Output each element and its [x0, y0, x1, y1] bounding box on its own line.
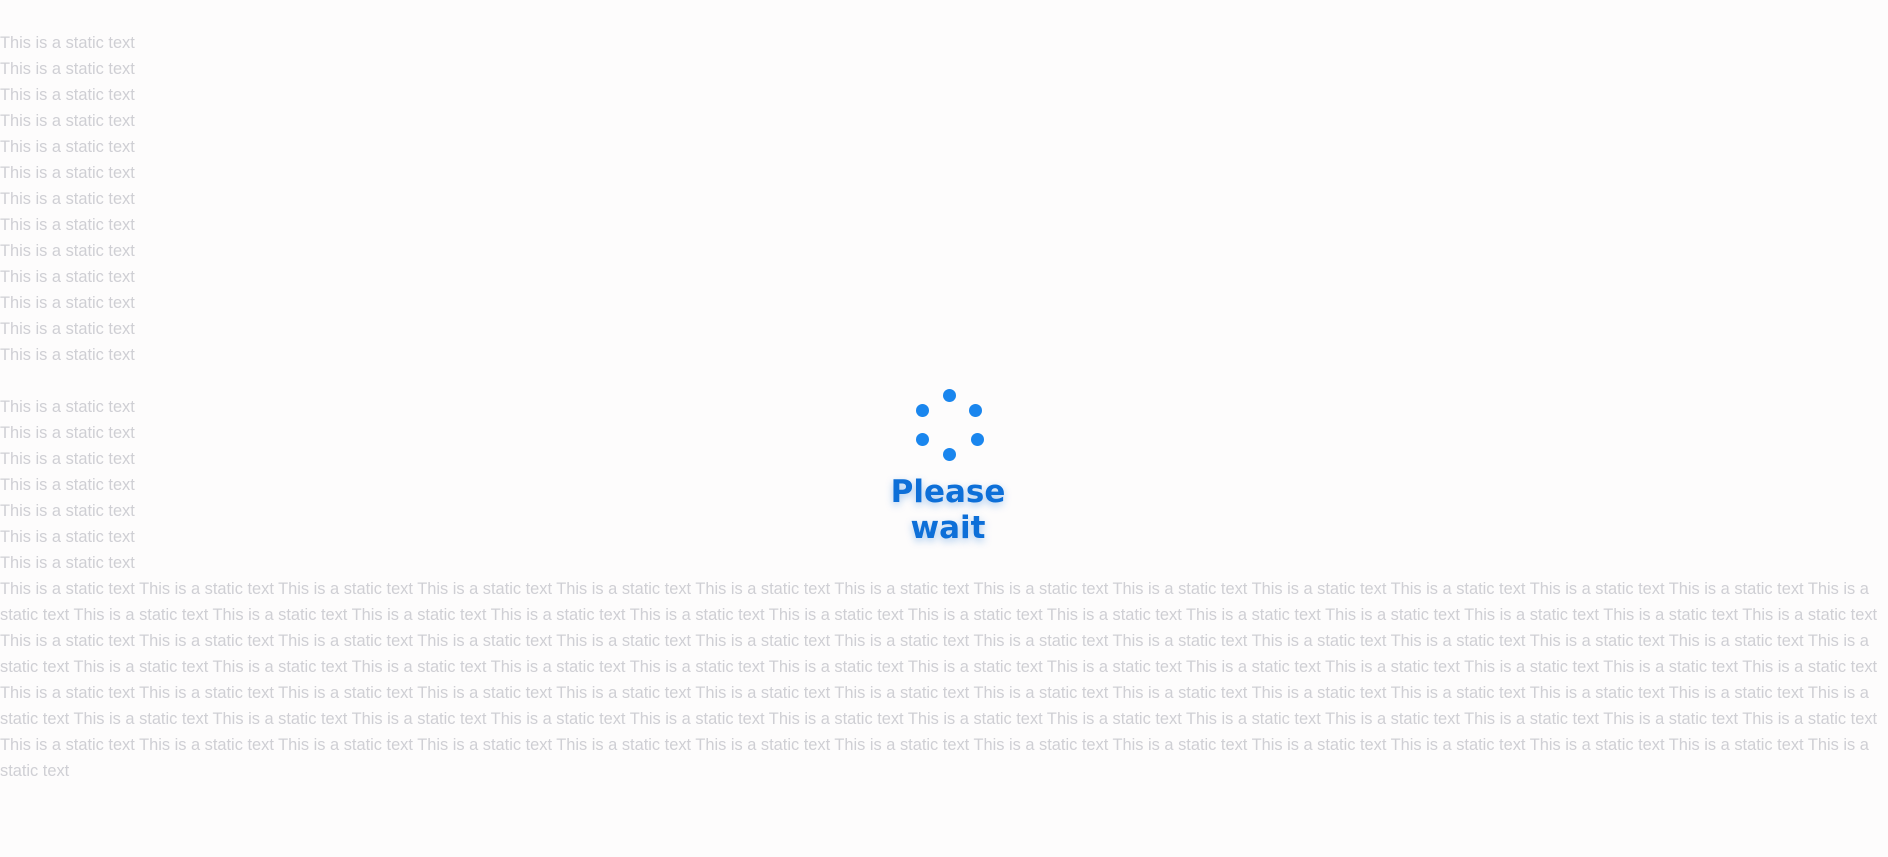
spinner-dot [971, 433, 984, 446]
spinner-dot [943, 448, 956, 461]
spinner-dot [969, 404, 982, 417]
loading-dots-icon [915, 389, 985, 461]
page: This is a static text This is a static te… [0, 0, 1888, 857]
spinner-dot [916, 433, 929, 446]
spinner-dot [916, 404, 929, 417]
spinner-dot [943, 389, 956, 402]
loading-message: Please wait [890, 474, 1006, 546]
loading-indicator: Please wait [848, 385, 1048, 546]
